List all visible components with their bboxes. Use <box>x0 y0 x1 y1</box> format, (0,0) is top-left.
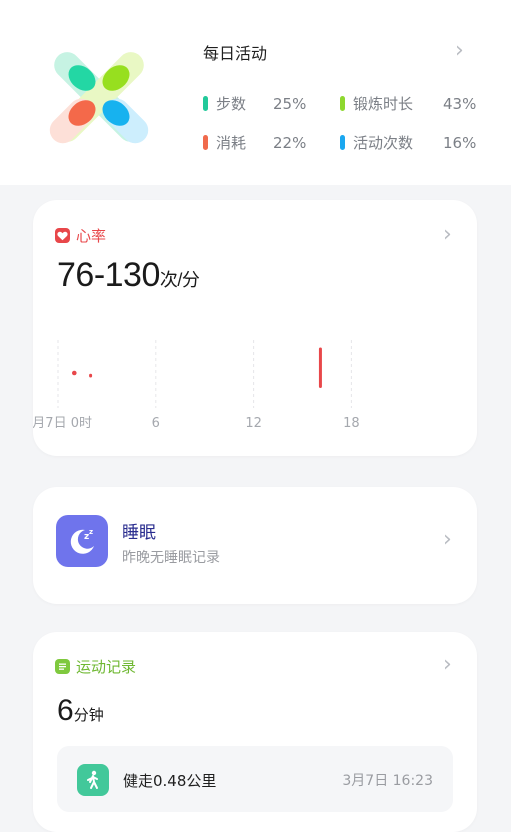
stat-percent: 16% <box>443 133 477 152</box>
heart-rate-card[interactable]: 心率 › 76-130次/分 3月7日 0时 6 12 18 <box>33 200 477 456</box>
stat-percent: 22% <box>273 133 307 152</box>
exercise-duration-color-dot <box>340 96 345 111</box>
heart-rate-title: 心率 <box>76 227 107 245</box>
exercise-record-time: 3月7日 16:23 <box>342 773 433 789</box>
heart-rate-chevron-right-icon[interactable]: › <box>443 222 452 247</box>
chart-x-tick-label: 6 <box>152 416 160 431</box>
stat-steps: 步数 25% <box>203 93 306 114</box>
exercise-record-card[interactable]: 运动记录 › 6分钟 健走0.48公里 3月7日 16:23 <box>33 632 477 832</box>
stat-percent: 43% <box>443 94 477 113</box>
chart-x-tick-label: 3月7日 0时 <box>33 416 92 431</box>
exercise-duration-unit: 分钟 <box>73 706 104 724</box>
chart-x-tick-label: 12 <box>245 416 262 431</box>
heart-icon <box>55 228 70 243</box>
stat-calories: 消耗 22% <box>203 132 306 153</box>
heart-rate-point <box>72 370 77 376</box>
stat-label: 锻炼时长 <box>353 95 414 113</box>
list-icon <box>55 659 70 674</box>
daily-chevron-right-icon[interactable]: › <box>455 38 464 63</box>
heart-rate-unit: 次/分 <box>159 270 200 290</box>
stat-activity-count: 活动次数 16% <box>340 132 476 153</box>
heart-rate-header: 心率 <box>55 225 106 246</box>
chart-x-tick-label: 18 <box>343 416 360 431</box>
exercise-duration: 6分钟 <box>57 694 104 728</box>
stat-label: 活动次数 <box>353 134 414 152</box>
exercise-chevron-right-icon[interactable]: › <box>443 652 452 677</box>
heart-rate-range-value: 76-130 <box>57 256 160 294</box>
daily-activity-title: 每日活动 <box>203 44 268 63</box>
sleep-title: 睡眠 <box>122 523 156 543</box>
sleep-chevron-right-icon[interactable]: › <box>443 527 452 552</box>
stat-percent: 25% <box>273 94 307 113</box>
exercise-record-title: 运动记录 <box>76 658 137 676</box>
sleep-subtitle: 昨晚无睡眠记录 <box>122 550 220 566</box>
activity-count-color-dot <box>340 135 345 150</box>
daily-activity-section[interactable]: 每日活动 › 步数 25% 锻炼时长 43% 消耗 22% 活动次数 16% <box>0 0 511 185</box>
exercise-duration-value: 6 <box>57 694 74 727</box>
exercise-record-item[interactable]: 健走0.48公里 3月7日 16:23 <box>57 746 453 812</box>
sleep-card[interactable]: z z 睡眠 昨晚无睡眠记录 › <box>33 487 477 604</box>
heart-rate-chart: 3月7日 0时 6 12 18 <box>33 340 360 431</box>
calories-color-dot <box>203 135 208 150</box>
exercise-record-name: 健走0.48公里 <box>123 772 217 790</box>
heart-rate-range-bar <box>89 373 93 378</box>
stat-label: 步数 <box>216 95 247 113</box>
moon-icon: z z <box>56 515 108 567</box>
daily-activity-logo-icon <box>49 52 149 144</box>
stat-label: 消耗 <box>216 134 247 152</box>
stat-exercise-duration: 锻炼时长 43% <box>340 93 476 114</box>
heart-rate-range: 76-130次/分 <box>57 256 200 295</box>
walking-icon <box>77 764 109 796</box>
svg-text:z: z <box>89 528 93 536</box>
heart-rate-range-bar <box>318 347 322 388</box>
exercise-record-header: 运动记录 <box>55 656 136 677</box>
steps-color-dot <box>203 96 208 111</box>
